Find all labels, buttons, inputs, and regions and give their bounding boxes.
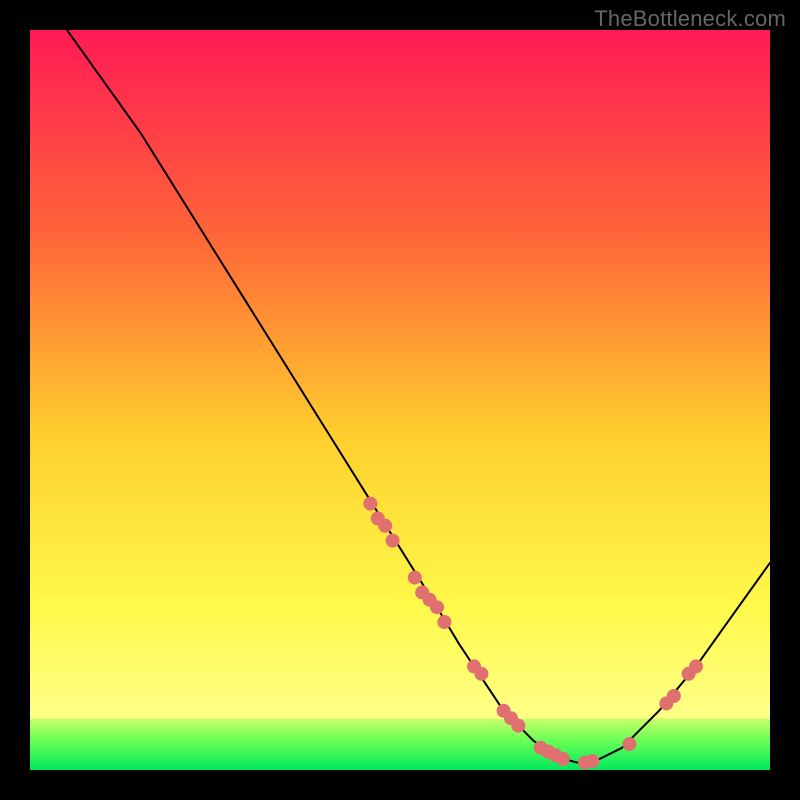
data-point: [622, 737, 636, 751]
data-point: [437, 615, 451, 629]
data-point: [378, 519, 392, 533]
plot-area: [30, 30, 770, 770]
data-point: [474, 667, 488, 681]
data-point: [585, 754, 599, 768]
data-point: [667, 689, 681, 703]
data-point: [556, 752, 570, 766]
gradient-background: [30, 30, 770, 770]
data-point: [386, 534, 400, 548]
data-point: [689, 659, 703, 673]
plot-svg: [30, 30, 770, 770]
data-point: [511, 719, 525, 733]
data-point: [408, 571, 422, 585]
data-point: [363, 497, 377, 511]
chart-container: TheBottleneck.com: [0, 0, 800, 800]
data-point: [430, 600, 444, 614]
watermark-label: TheBottleneck.com: [594, 6, 786, 32]
